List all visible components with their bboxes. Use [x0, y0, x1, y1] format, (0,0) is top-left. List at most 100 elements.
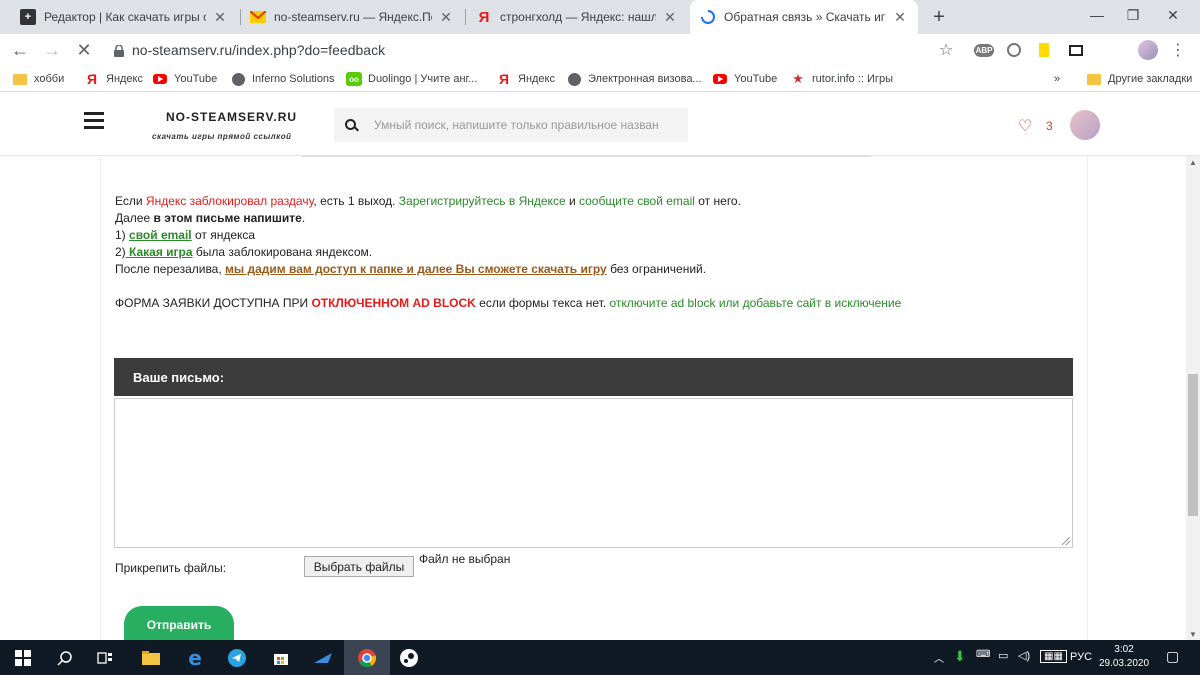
choose-files-button[interactable]: Выбрать файлы [304, 556, 414, 577]
hamburger-menu-icon[interactable] [84, 112, 104, 130]
forward-icon[interactable]: → [40, 38, 64, 62]
file-status: Файл не выбран [419, 552, 511, 566]
edge-icon[interactable]: e [172, 640, 218, 675]
bookmark-label: Яндекс [518, 73, 555, 85]
app-icon[interactable] [300, 640, 346, 675]
yandex-icon: Я [86, 71, 98, 87]
resize-grip-icon[interactable] [1062, 537, 1070, 545]
notice-highlight: мы дадим вам доступ к папке и далее Вы с… [225, 262, 607, 276]
notice-text: и [565, 194, 579, 208]
close-icon[interactable]: ✕ [212, 9, 228, 25]
profile-avatar[interactable] [1138, 40, 1158, 60]
clock[interactable]: 3:02 29.03.2020 [1092, 643, 1156, 671]
scroll-down-icon[interactable]: ▼ [1186, 628, 1200, 640]
bookmark-visa[interactable]: Электронная визова... [566, 71, 702, 87]
notice-text: если формы текса нет. [475, 296, 610, 310]
network-icon[interactable]: ▭ [998, 649, 1008, 662]
notice-text: , есть 1 выход. [313, 194, 399, 208]
tab-mail[interactable]: no-steamserv.ru — Яндекс.Почта ✕ [240, 0, 464, 34]
favorites-count[interactable]: 3 [1046, 119, 1053, 133]
tab-title: Редактор | Как скачать игры с янде [44, 10, 206, 24]
divider [301, 156, 871, 157]
star-icon[interactable]: ☆ [936, 40, 956, 60]
bookmarks-more-button[interactable]: » [1054, 71, 1060, 87]
bookmark-label: Яндекс [106, 73, 143, 85]
bookmark-label: Inferno Solutions [252, 73, 335, 85]
close-icon[interactable]: ✕ [438, 9, 454, 25]
search-icon[interactable] [334, 108, 364, 142]
bookmark-yandex-2[interactable]: Я Яндекс [496, 71, 555, 87]
stop-icon[interactable]: ✕ [72, 38, 96, 62]
close-icon[interactable]: ✕ [662, 9, 678, 25]
chrome-icon[interactable] [344, 640, 390, 675]
bookmark-yandex[interactable]: Я Яндекс [84, 71, 143, 87]
heart-icon[interactable]: ♡ [1018, 116, 1032, 136]
clock-date: 29.03.2020 [1098, 658, 1150, 669]
avatar[interactable] [1070, 110, 1100, 140]
tab-yandex-search[interactable]: Я стронгхолд — Яндекс: нашлось 19 ✕ [466, 0, 688, 34]
store-icon[interactable] [258, 640, 304, 675]
notice-text: без ограничений. [606, 262, 707, 276]
duolingo-icon: oo [346, 72, 362, 86]
volume-icon[interactable]: ◁) [1018, 649, 1030, 662]
bookmark-duolingo[interactable]: oo Duolingo | Учите анг... [346, 71, 477, 87]
back-icon[interactable]: ← [8, 38, 32, 62]
notifications-icon[interactable]: ▢ [1166, 648, 1179, 665]
notice-text: была заблокирована яндексом. [192, 245, 373, 259]
submit-button[interactable]: Отправить [124, 606, 234, 640]
site-logo[interactable]: NO-STEAMSERV.RU [166, 110, 297, 124]
notice-highlight: в этом письме напишите [153, 211, 302, 225]
scroll-thumb[interactable] [1188, 374, 1198, 516]
tab-title: no-steamserv.ru — Яндекс.Почта [274, 10, 432, 24]
tab-editor[interactable]: + Редактор | Как скачать игры с янде ✕ [10, 0, 238, 34]
scroll-up-icon[interactable]: ▲ [1186, 156, 1200, 168]
adblock-icon[interactable]: ABP [973, 40, 995, 60]
bookmark-label: Электронная визова... [588, 73, 702, 85]
notice-text: . [301, 211, 306, 225]
windows-start-icon[interactable] [0, 640, 46, 675]
input-method-icon[interactable]: ⌨ [976, 649, 990, 660]
pip-icon[interactable] [1066, 40, 1086, 60]
url-text: no-steamserv.ru/index.php?do=feedback [132, 42, 386, 58]
notice-line-5: После перезалива, мы дадим вам доступ к … [115, 261, 901, 278]
lock-icon [114, 44, 124, 57]
download-icon[interactable]: ⬇ [954, 648, 966, 665]
tab-feedback[interactable]: Обратная связь » Скачать игры пр ✕ [690, 0, 918, 34]
site-header: NO-STEAMSERV.RU скачать игры прямой ссыл… [0, 92, 1200, 156]
language-indicator[interactable]: РУС [1070, 651, 1092, 663]
bookmark-youtube-2[interactable]: YouTube [712, 71, 777, 87]
menu-icon[interactable]: ⋮ [1168, 40, 1188, 60]
keyboard-icon[interactable]: ▦▦ [1040, 650, 1067, 663]
main-content: Если Яндекс заблокировал раздачу, есть 1… [100, 156, 1088, 640]
folder-icon [1086, 72, 1102, 86]
steam-icon[interactable] [386, 640, 432, 675]
notice-text: 2) [115, 245, 126, 259]
notice-line-6: ФОРМА ЗАЯВКИ ДОСТУПНА ПРИ ОТКЛЮЧЕННОМ AD… [115, 295, 901, 312]
page-scrollbar[interactable]: ▲ ▼ [1186, 156, 1200, 640]
telegram-icon[interactable] [214, 640, 260, 675]
translate-icon[interactable] [1004, 40, 1024, 60]
bookmarks-bar: хобби Я Яндекс YouTube Inferno Solutions … [0, 66, 1200, 92]
bookmark-inferno[interactable]: Inferno Solutions [230, 71, 335, 87]
letter-textarea[interactable] [114, 398, 1073, 548]
bookmark-youtube[interactable]: YouTube [152, 71, 217, 87]
yandex-ext-icon[interactable] [1034, 40, 1054, 60]
close-icon[interactable]: ✕ [892, 9, 908, 25]
bookmark-other[interactable]: Другие закладки [1086, 71, 1192, 87]
search-input[interactable] [364, 110, 680, 140]
new-tab-button[interactable]: + [928, 6, 950, 28]
bookmark-hobby[interactable]: хобби [12, 71, 64, 87]
task-view-icon[interactable] [82, 640, 128, 675]
bookmark-label: YouTube [174, 73, 218, 85]
tab-title: Обратная связь » Скачать игры пр [724, 10, 886, 24]
tray-expand-icon[interactable]: ︿ [934, 650, 944, 665]
site-search [334, 108, 688, 142]
notice-highlight: Зарегистрируйтесь в Яндексе [398, 194, 566, 208]
file-explorer-icon[interactable] [128, 640, 174, 675]
adblock-label: ABP [973, 43, 995, 57]
bookmark-rutor[interactable]: ★ rutor.info :: Игры [790, 71, 893, 87]
notice-text: от яндекса [191, 228, 256, 242]
letter-form-header: Ваше письмо: [114, 358, 1073, 396]
window-close-icon[interactable]: ✕ [1150, 0, 1196, 30]
address-bar[interactable]: no-steamserv.ru/index.php?do=feedback [104, 37, 968, 63]
